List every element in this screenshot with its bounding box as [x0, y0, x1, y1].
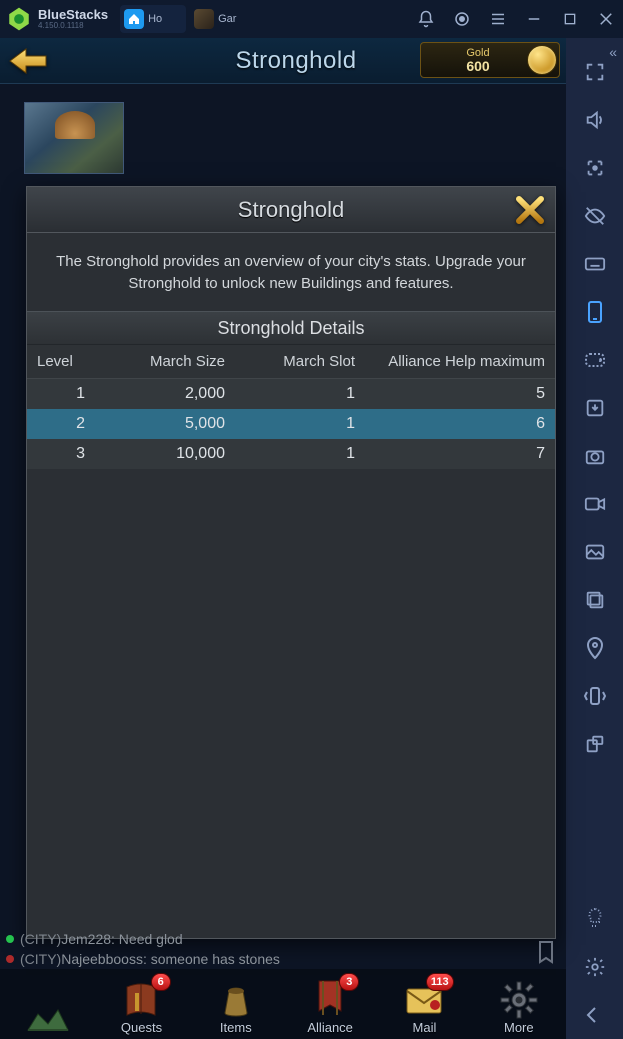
- stronghold-info-modal: Stronghold The Stronghold provides an ov…: [26, 186, 556, 939]
- chat-preview[interactable]: (CITY)Jem228: Need glod(CITY)Najeebbooss…: [6, 929, 530, 969]
- collapse-sidebar-icon[interactable]: «: [609, 44, 617, 60]
- game-header: Stronghold Gold 600: [0, 38, 566, 84]
- bulb-icon[interactable]: [579, 903, 611, 935]
- bluestacks-topbar: BlueStacks 4.150.0.1118 Ho Gar: [0, 0, 623, 38]
- menu-label: Mail: [413, 1020, 437, 1035]
- col-level: Level: [27, 345, 95, 379]
- gold-currency-pill[interactable]: Gold 600: [420, 42, 560, 78]
- city-icon: [24, 995, 70, 1035]
- modal-description: The Stronghold provides an overview of y…: [27, 233, 555, 311]
- col-march-size: March Size: [95, 345, 235, 379]
- table-row[interactable]: 12,00015: [27, 379, 555, 410]
- maximize-button[interactable]: [559, 8, 581, 30]
- volume-icon[interactable]: [579, 104, 611, 136]
- col-march-slot: March Slot: [235, 345, 365, 379]
- bottom-menu: Quests 6 Items Alliance 3 Mail 113 More: [0, 969, 566, 1039]
- menu-mail[interactable]: Mail 113: [377, 969, 471, 1039]
- menu-quests[interactable]: Quests 6: [94, 969, 188, 1039]
- visibility-off-icon[interactable]: [579, 200, 611, 232]
- record-video-icon[interactable]: [579, 488, 611, 520]
- gold-value: 600: [466, 59, 489, 73]
- menu-label: Alliance: [307, 1020, 353, 1035]
- bell-icon[interactable]: [415, 8, 437, 30]
- keyboard-icon[interactable]: [579, 248, 611, 280]
- rotate-icon[interactable]: [579, 728, 611, 760]
- bluestacks-version-text: 4.150.0.1118: [38, 21, 108, 30]
- back-arrow-button[interactable]: [0, 40, 56, 82]
- minimize-button[interactable]: [523, 8, 545, 30]
- right-sidebar: «: [566, 38, 623, 1039]
- menu-badge: 6: [151, 973, 171, 991]
- settings-gear-icon[interactable]: [579, 951, 611, 983]
- game-viewport: Stronghold Gold 600 Stronghold The Stron…: [0, 38, 566, 1039]
- menu-label: Quests: [121, 1020, 162, 1035]
- menu-badge: 113: [426, 973, 454, 991]
- hamburger-icon[interactable]: [487, 8, 509, 30]
- stronghold-thumbnail[interactable]: [24, 102, 124, 174]
- tab-home[interactable]: Ho: [120, 5, 186, 33]
- gamepad-icon[interactable]: [579, 344, 611, 376]
- location-icon[interactable]: [579, 632, 611, 664]
- camera-icon[interactable]: [579, 440, 611, 472]
- close-button[interactable]: [595, 8, 617, 30]
- tab-game[interactable]: Gar: [190, 5, 256, 33]
- gear-icon: [496, 980, 542, 1020]
- target-icon[interactable]: [451, 8, 473, 30]
- menu-label: Items: [220, 1020, 252, 1035]
- shake-icon[interactable]: [579, 680, 611, 712]
- bluestacks-brand-text: BlueStacks: [38, 9, 108, 21]
- fullscreen-icon[interactable]: [579, 56, 611, 88]
- col-alliance-help: Alliance Help maximum: [365, 345, 555, 379]
- house-icon: [124, 9, 144, 29]
- gallery-icon[interactable]: [579, 536, 611, 568]
- stronghold-details-table: Level March Size March Slot Alliance Hel…: [27, 345, 555, 469]
- record-area-icon[interactable]: [579, 152, 611, 184]
- details-table-title: Stronghold Details: [27, 311, 555, 345]
- bookmark-icon[interactable]: [536, 940, 556, 964]
- multi-instance-icon[interactable]: [579, 584, 611, 616]
- game-tab-icon: [194, 9, 214, 29]
- back-icon[interactable]: [579, 999, 611, 1031]
- tab-home-label: Ho: [148, 13, 162, 25]
- bag-icon: [213, 980, 259, 1020]
- bluestacks-logo-icon: [6, 6, 32, 32]
- menu-city[interactable]: [0, 969, 94, 1039]
- menu-label: More: [504, 1020, 534, 1035]
- menu-items[interactable]: Items: [189, 969, 283, 1039]
- install-apk-icon[interactable]: [579, 392, 611, 424]
- modal-close-button[interactable]: [511, 191, 549, 229]
- table-row[interactable]: 25,00016: [27, 409, 555, 439]
- bluestacks-logo[interactable]: BlueStacks 4.150.0.1118: [6, 6, 116, 32]
- device-portrait-icon[interactable]: [579, 296, 611, 328]
- gold-coin-icon: [527, 45, 557, 75]
- menu-more[interactable]: More: [472, 969, 566, 1039]
- menu-badge: 3: [339, 973, 359, 991]
- table-row[interactable]: 310,00017: [27, 439, 555, 469]
- menu-alliance[interactable]: Alliance 3: [283, 969, 377, 1039]
- chat-line: (CITY)Jem228: Need glod: [6, 929, 530, 949]
- modal-titlebar: Stronghold: [27, 187, 555, 233]
- chat-line: (CITY)Najeebbooss: someone has stones: [6, 949, 530, 969]
- modal-title-text: Stronghold: [238, 197, 344, 223]
- tab-game-label: Gar: [218, 13, 236, 25]
